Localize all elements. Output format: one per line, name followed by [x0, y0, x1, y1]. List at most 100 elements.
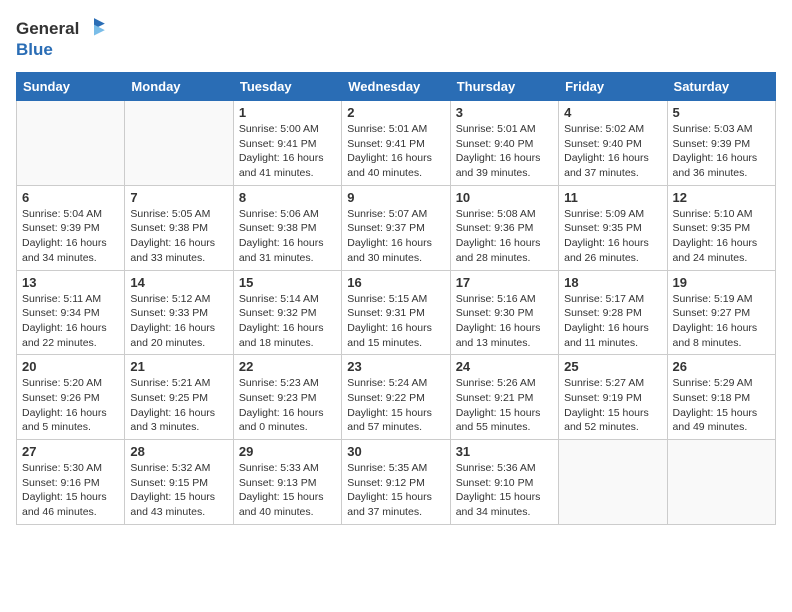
day-number: 19 — [673, 275, 770, 290]
day-number: 2 — [347, 105, 444, 120]
calendar-header-row: SundayMondayTuesdayWednesdayThursdayFrid… — [17, 73, 776, 101]
day-number: 6 — [22, 190, 119, 205]
calendar-cell: 4 Sunrise: 5:02 AM Sunset: 9:40 PM Daylig… — [559, 101, 667, 186]
day-number: 11 — [564, 190, 661, 205]
calendar-cell — [125, 101, 233, 186]
day-number: 3 — [456, 105, 553, 120]
cell-sun-info: Sunrise: 5:24 AM Sunset: 9:22 PM Dayligh… — [347, 376, 444, 435]
calendar-cell: 5 Sunrise: 5:03 AM Sunset: 9:39 PM Daylig… — [667, 101, 775, 186]
calendar-cell: 11 Sunrise: 5:09 AM Sunset: 9:35 PM Dayli… — [559, 185, 667, 270]
day-of-week-header: Friday — [559, 73, 667, 101]
calendar-week-row: 1 Sunrise: 5:00 AM Sunset: 9:41 PM Daylig… — [17, 101, 776, 186]
day-number: 25 — [564, 359, 661, 374]
day-of-week-header: Tuesday — [233, 73, 341, 101]
cell-sun-info: Sunrise: 5:05 AM Sunset: 9:38 PM Dayligh… — [130, 207, 227, 266]
day-number: 30 — [347, 444, 444, 459]
cell-sun-info: Sunrise: 5:26 AM Sunset: 9:21 PM Dayligh… — [456, 376, 553, 435]
calendar-week-row: 27Sunrise: 5:30 AM Sunset: 9:16 PM Dayli… — [17, 440, 776, 525]
cell-sun-info: Sunrise: 5:10 AM Sunset: 9:35 PM Dayligh… — [673, 207, 770, 266]
calendar-cell: 10Sunrise: 5:08 AM Sunset: 9:36 PM Dayli… — [450, 185, 558, 270]
calendar-cell: 19 Sunrise: 5:19 AM Sunset: 9:27 PM Dayli… — [667, 270, 775, 355]
day-of-week-header: Wednesday — [342, 73, 450, 101]
day-number: 17 — [456, 275, 553, 290]
calendar-week-row: 6 Sunrise: 5:04 AM Sunset: 9:39 PM Daylig… — [17, 185, 776, 270]
calendar-cell — [667, 440, 775, 525]
logo-text-general: General — [16, 19, 79, 39]
calendar-cell — [17, 101, 125, 186]
cell-sun-info: Sunrise: 5:11 AM Sunset: 9:34 PM Dayligh… — [22, 292, 119, 351]
calendar-cell: 14Sunrise: 5:12 AM Sunset: 9:33 PM Dayli… — [125, 270, 233, 355]
day-number: 12 — [673, 190, 770, 205]
day-number: 14 — [130, 275, 227, 290]
calendar-week-row: 13 Sunrise: 5:11 AM Sunset: 9:34 PM Dayli… — [17, 270, 776, 355]
cell-sun-info: Sunrise: 5:21 AM Sunset: 9:25 PM Dayligh… — [130, 376, 227, 435]
day-of-week-header: Thursday — [450, 73, 558, 101]
day-number: 21 — [130, 359, 227, 374]
day-number: 15 — [239, 275, 336, 290]
cell-sun-info: Sunrise: 5:29 AM Sunset: 9:18 PM Dayligh… — [673, 376, 770, 435]
day-number: 18 — [564, 275, 661, 290]
day-number: 5 — [673, 105, 770, 120]
calendar-week-row: 20 Sunrise: 5:20 AM Sunset: 9:26 PM Dayli… — [17, 355, 776, 440]
cell-sun-info: Sunrise: 5:30 AM Sunset: 9:16 PM Dayligh… — [22, 461, 119, 520]
page-header: General Blue — [16, 16, 776, 60]
calendar-cell: 18 Sunrise: 5:17 AM Sunset: 9:28 PM Dayli… — [559, 270, 667, 355]
cell-sun-info: Sunrise: 5:09 AM Sunset: 9:35 PM Dayligh… — [564, 207, 661, 266]
cell-sun-info: Sunrise: 5:20 AM Sunset: 9:26 PM Dayligh… — [22, 376, 119, 435]
day-number: 10 — [456, 190, 553, 205]
day-number: 28 — [130, 444, 227, 459]
day-number: 16 — [347, 275, 444, 290]
calendar-cell: 13 Sunrise: 5:11 AM Sunset: 9:34 PM Dayli… — [17, 270, 125, 355]
calendar-cell: 27Sunrise: 5:30 AM Sunset: 9:16 PM Dayli… — [17, 440, 125, 525]
day-of-week-header: Monday — [125, 73, 233, 101]
day-number: 13 — [22, 275, 119, 290]
day-of-week-header: Saturday — [667, 73, 775, 101]
calendar-table: SundayMondayTuesdayWednesdayThursdayFrid… — [16, 72, 776, 525]
calendar-cell: 29 Sunrise: 5:33 AM Sunset: 9:13 PM Dayli… — [233, 440, 341, 525]
day-number: 24 — [456, 359, 553, 374]
calendar-cell: 1 Sunrise: 5:00 AM Sunset: 9:41 PM Daylig… — [233, 101, 341, 186]
calendar-cell: 15 Sunrise: 5:14 AM Sunset: 9:32 PM Dayli… — [233, 270, 341, 355]
cell-sun-info: Sunrise: 5:01 AM Sunset: 9:41 PM Dayligh… — [347, 122, 444, 181]
calendar-cell: 3Sunrise: 5:01 AM Sunset: 9:40 PM Daylig… — [450, 101, 558, 186]
calendar-cell: 17 Sunrise: 5:16 AM Sunset: 9:30 PM Dayli… — [450, 270, 558, 355]
cell-sun-info: Sunrise: 5:04 AM Sunset: 9:39 PM Dayligh… — [22, 207, 119, 266]
cell-sun-info: Sunrise: 5:07 AM Sunset: 9:37 PM Dayligh… — [347, 207, 444, 266]
cell-sun-info: Sunrise: 5:33 AM Sunset: 9:13 PM Dayligh… — [239, 461, 336, 520]
cell-sun-info: Sunrise: 5:16 AM Sunset: 9:30 PM Dayligh… — [456, 292, 553, 351]
calendar-cell: 7 Sunrise: 5:05 AM Sunset: 9:38 PM Daylig… — [125, 185, 233, 270]
calendar-cell: 8Sunrise: 5:06 AM Sunset: 9:38 PM Daylig… — [233, 185, 341, 270]
cell-sun-info: Sunrise: 5:02 AM Sunset: 9:40 PM Dayligh… — [564, 122, 661, 181]
calendar-cell: 22 Sunrise: 5:23 AM Sunset: 9:23 PM Dayli… — [233, 355, 341, 440]
day-number: 22 — [239, 359, 336, 374]
calendar-cell: 21 Sunrise: 5:21 AM Sunset: 9:25 PM Dayli… — [125, 355, 233, 440]
logo: General Blue — [16, 16, 107, 60]
day-number: 4 — [564, 105, 661, 120]
day-number: 23 — [347, 359, 444, 374]
calendar-cell: 2 Sunrise: 5:01 AM Sunset: 9:41 PM Daylig… — [342, 101, 450, 186]
calendar-cell: 16 Sunrise: 5:15 AM Sunset: 9:31 PM Dayli… — [342, 270, 450, 355]
day-number: 1 — [239, 105, 336, 120]
cell-sun-info: Sunrise: 5:17 AM Sunset: 9:28 PM Dayligh… — [564, 292, 661, 351]
calendar-cell: 24 Sunrise: 5:26 AM Sunset: 9:21 PM Dayli… — [450, 355, 558, 440]
day-number: 7 — [130, 190, 227, 205]
calendar-cell: 23 Sunrise: 5:24 AM Sunset: 9:22 PM Dayli… — [342, 355, 450, 440]
calendar-cell: 31Sunrise: 5:36 AM Sunset: 9:10 PM Dayli… — [450, 440, 558, 525]
day-of-week-header: Sunday — [17, 73, 125, 101]
cell-sun-info: Sunrise: 5:35 AM Sunset: 9:12 PM Dayligh… — [347, 461, 444, 520]
cell-sun-info: Sunrise: 5:00 AM Sunset: 9:41 PM Dayligh… — [239, 122, 336, 181]
cell-sun-info: Sunrise: 5:03 AM Sunset: 9:39 PM Dayligh… — [673, 122, 770, 181]
cell-sun-info: Sunrise: 5:14 AM Sunset: 9:32 PM Dayligh… — [239, 292, 336, 351]
calendar-cell: 26Sunrise: 5:29 AM Sunset: 9:18 PM Dayli… — [667, 355, 775, 440]
cell-sun-info: Sunrise: 5:15 AM Sunset: 9:31 PM Dayligh… — [347, 292, 444, 351]
cell-sun-info: Sunrise: 5:23 AM Sunset: 9:23 PM Dayligh… — [239, 376, 336, 435]
calendar-cell: 30 Sunrise: 5:35 AM Sunset: 9:12 PM Dayli… — [342, 440, 450, 525]
day-number: 9 — [347, 190, 444, 205]
day-number: 20 — [22, 359, 119, 374]
cell-sun-info: Sunrise: 5:27 AM Sunset: 9:19 PM Dayligh… — [564, 376, 661, 435]
calendar-cell: 25 Sunrise: 5:27 AM Sunset: 9:19 PM Dayli… — [559, 355, 667, 440]
cell-sun-info: Sunrise: 5:19 AM Sunset: 9:27 PM Dayligh… — [673, 292, 770, 351]
logo-text-blue: Blue — [16, 40, 53, 60]
day-number: 29 — [239, 444, 336, 459]
cell-sun-info: Sunrise: 5:32 AM Sunset: 9:15 PM Dayligh… — [130, 461, 227, 520]
